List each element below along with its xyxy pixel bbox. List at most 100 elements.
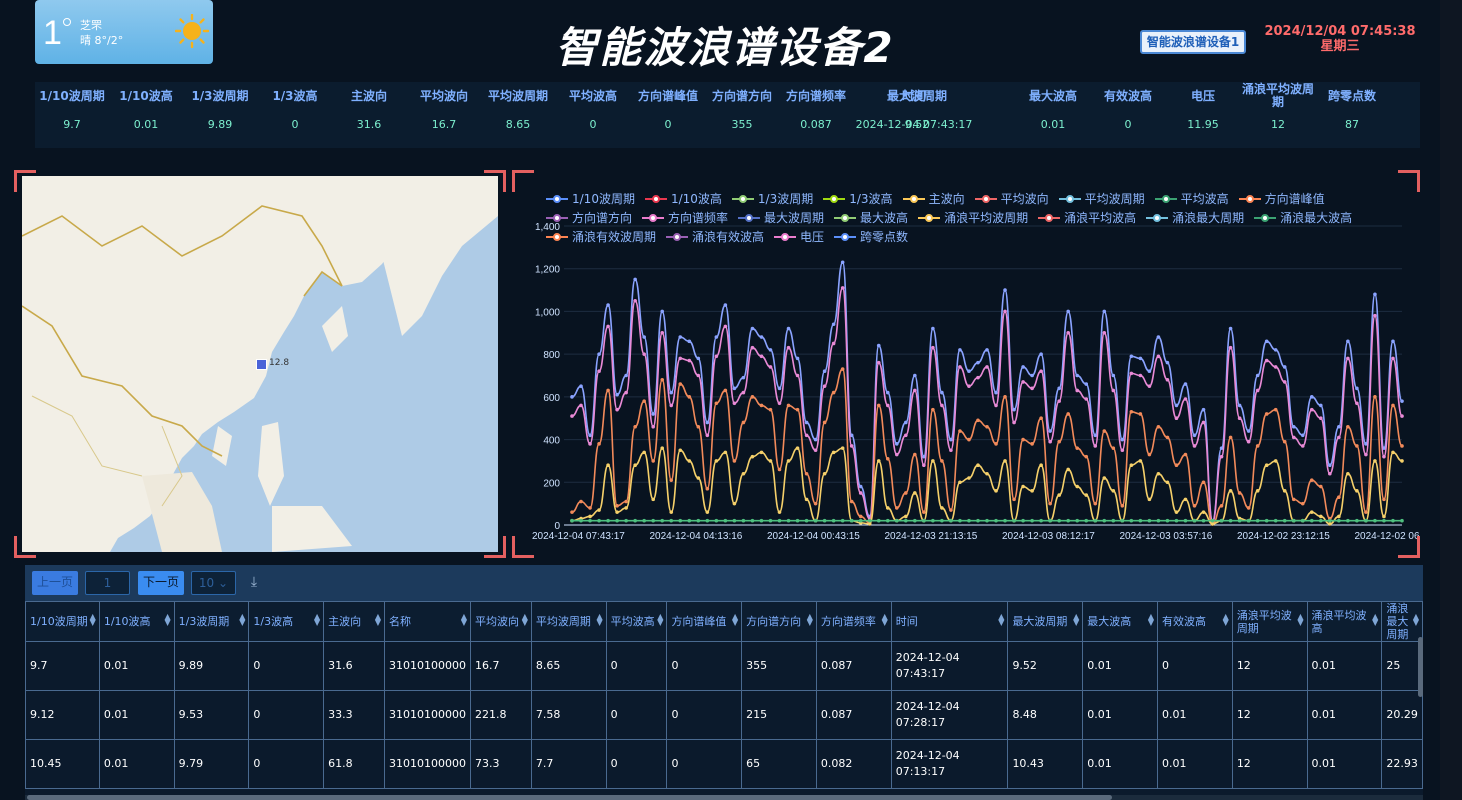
data-point <box>1120 503 1125 508</box>
sort-icon[interactable]: ▲ ▼ <box>597 613 603 627</box>
stat-label: 1/10波高 <box>119 88 173 103</box>
data-point <box>913 518 917 523</box>
sort-icon[interactable]: ▲ ▼ <box>1297 613 1303 627</box>
column-header[interactable]: 有效波高 ▲ ▼ <box>1157 601 1233 642</box>
column-header[interactable]: 1/3波高 ▲ ▼ <box>248 601 325 642</box>
data-point <box>615 510 619 514</box>
sort-icon[interactable]: ▲ ▼ <box>522 613 528 627</box>
scrollbar-thumb[interactable] <box>27 795 1112 800</box>
y-tick-label: 200 <box>543 478 560 489</box>
sort-icon[interactable]: ▲ ▼ <box>882 613 888 627</box>
data-point <box>1111 388 1116 393</box>
legend-item[interactable]: 主波向 <box>902 190 965 207</box>
sort-icon[interactable]: ▲ ▼ <box>1413 613 1419 627</box>
legend-item[interactable]: 平均波高 <box>1154 190 1229 207</box>
column-header[interactable]: 方向谱方向 ▲ ▼ <box>741 601 817 642</box>
vertical-scrollbar[interactable] <box>1418 637 1423 697</box>
column-header[interactable]: 最大波高 ▲ ▼ <box>1082 601 1159 642</box>
data-point <box>1165 518 1170 523</box>
data-point <box>633 518 637 523</box>
sort-icon[interactable]: ▲ ▼ <box>90 613 96 627</box>
data-point <box>1255 373 1260 378</box>
table-row[interactable]: 10.45 0.01 9.79 0 61.8 31010100000 73.3 7.7 0 0 65… <box>25 739 1423 789</box>
table-cell: 31010100000 <box>384 739 471 789</box>
legend-item[interactable]: 平均波向 <box>974 190 1049 207</box>
data-point <box>732 401 737 406</box>
legend-item[interactable]: 方向谱峰值 <box>1238 190 1325 207</box>
data-point <box>1210 522 1215 526</box>
download-icon[interactable]: ⤓ <box>243 571 265 595</box>
station-marker[interactable] <box>256 359 267 370</box>
data-point <box>624 390 628 395</box>
column-header[interactable]: 时间 ▲ ▼ <box>890 601 1009 642</box>
sort-icon[interactable]: ▲ ▼ <box>1148 613 1154 627</box>
stat-value: 11.95 <box>1187 118 1219 131</box>
table-row[interactable]: 9.12 0.01 9.53 0 33.3 31010100000 221.8 7.58 0 0 2… <box>25 690 1423 740</box>
data-point <box>1400 444 1404 448</box>
data-point <box>840 260 845 265</box>
prev-page-button[interactable]: 上一页 <box>32 571 78 595</box>
sort-icon[interactable]: ▲ ▼ <box>657 613 663 627</box>
column-header[interactable]: 平均波向 ▲ ▼ <box>469 601 532 642</box>
data-point <box>813 501 818 506</box>
stat-item: 最大波高 0.01 <box>1016 82 1090 131</box>
data-point <box>1174 463 1179 467</box>
table-cell: 8.48 <box>1007 690 1084 740</box>
sort-icon[interactable]: ▲ ▼ <box>461 613 467 627</box>
stat-value: 0.087 <box>800 118 832 131</box>
stat-value: 0 <box>589 118 597 131</box>
data-point <box>994 518 998 523</box>
column-header[interactable]: 主波向 ▲ ▼ <box>323 601 385 642</box>
sort-icon[interactable]: ▲ ▼ <box>1073 613 1079 627</box>
data-point <box>678 382 683 386</box>
legend-item[interactable]: 1/10波周期 <box>546 190 635 207</box>
table-row[interactable]: 9.7 0.01 9.89 0 31.6 31010100000 16.7 8.65 0 0 355… <box>25 641 1423 691</box>
column-header[interactable]: 平均波高 ▲ ▼ <box>605 601 668 642</box>
sort-icon[interactable]: ▲ ▼ <box>732 613 738 627</box>
column-header[interactable]: 涌浪平均波周期 ▲ ▼ <box>1231 601 1308 642</box>
data-point <box>1174 518 1179 523</box>
frame-corner <box>1398 536 1420 558</box>
data-point <box>1300 444 1305 448</box>
column-header[interactable]: 名称 ▲ ▼ <box>384 601 471 642</box>
sort-icon[interactable]: ▲ ▼ <box>998 613 1004 627</box>
data-point <box>678 335 683 339</box>
sort-icon[interactable]: ▲ ▼ <box>807 613 813 627</box>
legend-item[interactable]: 1/10波高 <box>644 190 722 207</box>
page-number-input[interactable]: 1 <box>85 571 130 595</box>
legend-item[interactable]: 1/3波周期 <box>731 190 813 207</box>
column-header[interactable]: 涌浪最大周期 ▲ ▼ <box>1381 601 1423 642</box>
data-point <box>1003 459 1007 463</box>
column-header[interactable]: 平均波周期 ▲ ▼ <box>530 601 607 642</box>
column-header[interactable]: 1/10波周期 ▲ ▼ <box>25 601 100 642</box>
wave-line-chart[interactable]: 02004006008001,0001,2001,4002024-12-04 0… <box>512 212 1420 556</box>
data-point <box>1373 292 1377 297</box>
table-cell: 0 <box>1157 641 1233 691</box>
data-point <box>705 420 710 425</box>
stat-item: 方向谱峰值 0 <box>631 82 705 131</box>
sort-icon[interactable]: ▲ ▼ <box>1372 613 1378 627</box>
column-header[interactable]: 涌浪平均波高 ▲ ▼ <box>1306 601 1383 642</box>
data-point <box>967 476 971 480</box>
data-point <box>1012 407 1016 412</box>
map-panel[interactable]: 12.8 <box>22 176 498 552</box>
column-header[interactable]: 1/10波高 ▲ ▼ <box>98 601 175 642</box>
data-point <box>732 501 737 506</box>
column-header[interactable]: 方向谱峰值 ▲ ▼ <box>666 601 743 642</box>
legend-item[interactable]: 1/3波高 <box>823 190 893 207</box>
sort-icon[interactable]: ▲ ▼ <box>314 613 320 627</box>
sort-icon[interactable]: ▲ ▼ <box>239 613 245 627</box>
column-header[interactable]: 1/3波周期 ▲ ▼ <box>173 601 250 642</box>
device-select-button[interactable]: 智能波浪谱设备1 <box>1140 30 1246 54</box>
column-header[interactable]: 最大波周期 ▲ ▼ <box>1007 601 1084 642</box>
next-page-button[interactable]: 下一页 <box>138 571 184 595</box>
page-size-select[interactable]: 10 ⌄ <box>191 571 236 595</box>
sort-icon[interactable]: ▲ ▼ <box>375 613 381 627</box>
horizontal-scrollbar[interactable] <box>25 795 1423 800</box>
sort-icon[interactable]: ▲ ▼ <box>164 613 170 627</box>
data-point <box>804 518 809 523</box>
column-header[interactable]: 方向谱频率 ▲ ▼ <box>815 601 892 642</box>
legend-item[interactable]: 平均波周期 <box>1058 190 1145 207</box>
sort-icon[interactable]: ▲ ▼ <box>1223 613 1229 627</box>
data-point <box>985 348 989 352</box>
